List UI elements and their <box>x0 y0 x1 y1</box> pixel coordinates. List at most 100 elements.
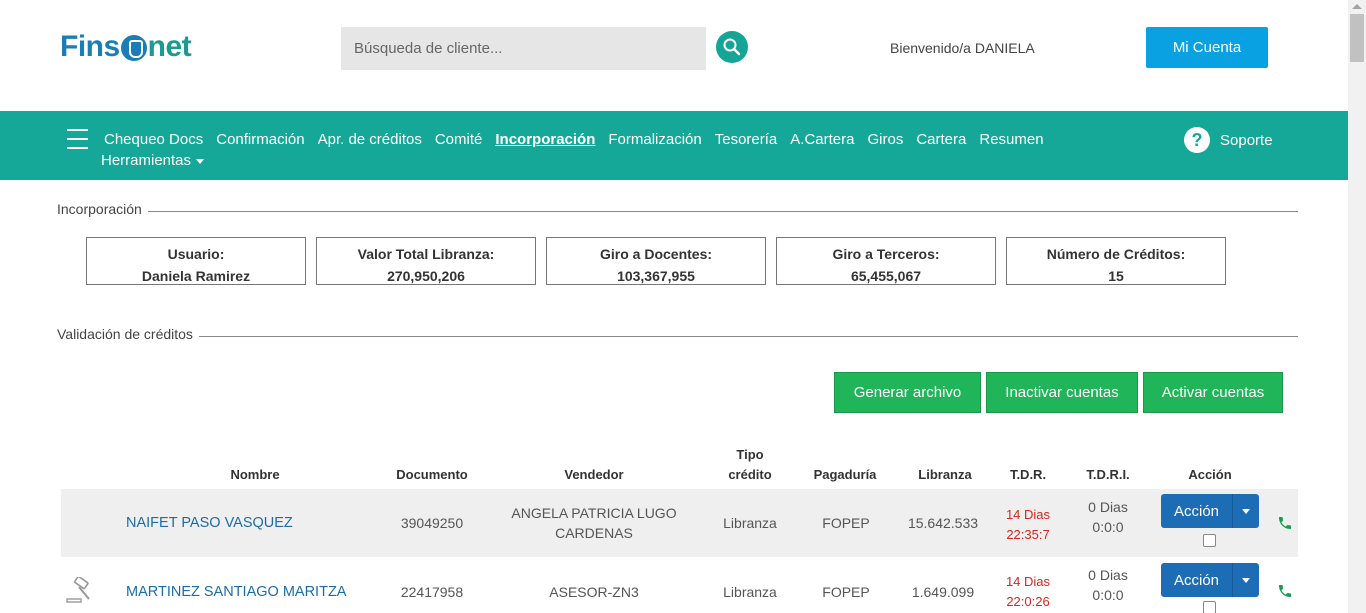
cell-tdr: 14 Dias 22:0:26 <box>998 572 1058 612</box>
stat-value: Daniela Ramirez <box>141 268 251 284</box>
nav-item-resumen[interactable]: Resumen <box>979 131 1043 148</box>
chevron-down-icon[interactable] <box>1233 494 1259 528</box>
scroll-up-arrow-icon[interactable] <box>1352 4 1362 9</box>
stat-valor-total-libranza: Valor Total Libranza: 270,950,206 <box>316 237 536 285</box>
cell-tdr-days: 14 Dias <box>1005 574 1051 589</box>
nav-item-comite[interactable]: Comité <box>435 131 483 148</box>
logo-hand-icon <box>120 35 147 61</box>
cell-pagaduria: FOPEP <box>822 515 870 531</box>
client-name-link[interactable]: MARTINEZ SANTIAGO MARITZA <box>126 582 366 602</box>
stat-giro-terceros: Giro a Terceros: 65,455,067 <box>776 237 996 285</box>
finsonet-logo[interactable]: Fins net <box>60 30 192 64</box>
search-button[interactable] <box>716 31 748 63</box>
phone-icon[interactable] <box>1277 583 1293 599</box>
scrollbar-thumb[interactable] <box>1350 14 1364 62</box>
phone-icon[interactable] <box>1277 515 1293 531</box>
row-select-checkbox[interactable] <box>1203 601 1216 613</box>
cell-vendedor: ASESOR-ZN3 <box>549 584 639 600</box>
stat-label: Giro a Docentes: <box>599 246 713 262</box>
cell-vendedor: ANGELA PATRICIA LUGO CARDENAS <box>494 503 694 543</box>
nav-item-tesoreria[interactable]: Tesorería <box>715 131 778 148</box>
cell-libranza: 1.649.099 <box>911 584 975 600</box>
column-header-tipo-credito[interactable]: Tipo crédito <box>710 445 790 485</box>
table-row: NAIFET PASO VASQUEZ 39049250 ANGELA PATR… <box>61 489 1298 557</box>
column-header-tipo-line1: Tipo <box>736 447 764 462</box>
action-button-label: Acción <box>1161 563 1233 597</box>
cell-tipo-credito: Libranza <box>723 584 777 600</box>
section-title-validacion: Validación de créditos <box>57 326 199 342</box>
stat-value: 103,367,955 <box>617 268 695 284</box>
tools-dropdown[interactable]: Herramientas <box>101 152 204 169</box>
nav-item-aprobacion-creditos[interactable]: Apr. de créditos <box>318 131 422 148</box>
section-title-incorporacion: Incorporación <box>57 201 148 217</box>
row-select-checkbox[interactable] <box>1203 534 1216 547</box>
main-nav: Chequeo Docs Confirmación Apr. de crédit… <box>0 111 1348 180</box>
logo-text-left: Fins <box>60 30 120 63</box>
cell-tdri-time: 0:0:0 <box>1092 587 1124 603</box>
section-divider <box>57 211 1298 212</box>
nav-item-formalizacion[interactable]: Formalización <box>608 131 701 148</box>
action-dropdown-button[interactable]: Acción <box>1161 494 1259 528</box>
cell-tdri: 0 Dias 0:0:0 <box>1073 497 1143 537</box>
cell-tdri-days: 0 Dias <box>1088 499 1128 515</box>
header: Fins net Bienvenido/a DANIELA Mi Cuenta <box>0 0 1348 111</box>
chevron-down-icon[interactable] <box>1233 563 1259 597</box>
action-button-label: Acción <box>1161 494 1233 528</box>
stat-numero-creditos: Número de Créditos: 15 <box>1006 237 1226 285</box>
vertical-scrollbar[interactable] <box>1348 0 1366 613</box>
cell-vendedor-line2: CARDENAS <box>555 525 633 541</box>
hamburger-menu-icon[interactable] <box>67 129 88 149</box>
column-header-tdri[interactable]: T.D.R.I. <box>1073 465 1143 485</box>
cell-libranza: 15.642.533 <box>907 515 979 531</box>
stat-giro-docentes: Giro a Docentes: 103,367,955 <box>546 237 766 285</box>
deactivate-accounts-button[interactable]: Inactivar cuentas <box>986 372 1138 413</box>
cell-vendedor-line1: ANGELA PATRICIA LUGO <box>511 505 677 521</box>
section-divider <box>57 336 1298 337</box>
cell-tdr-days: 14 Dias <box>1005 507 1051 522</box>
action-dropdown-button[interactable]: Acción <box>1161 563 1259 597</box>
column-header-pagaduria[interactable]: Pagaduría <box>800 465 890 485</box>
stat-label: Valor Total Libranza: <box>357 246 495 262</box>
nav-item-giros[interactable]: Giros <box>867 131 903 148</box>
welcome-message: Bienvenido/a DANIELA <box>890 40 1035 56</box>
client-search-input[interactable] <box>341 27 706 70</box>
support-link[interactable]: ? Soporte <box>1184 127 1273 153</box>
stat-label: Número de Créditos: <box>1046 246 1186 262</box>
stat-label: Giro a Terceros: <box>832 246 940 262</box>
my-account-button[interactable]: Mi Cuenta <box>1146 27 1268 68</box>
table-row: MARTINEZ SANTIAGO MARITZA 22417958 ASESO… <box>61 557 1298 613</box>
stat-value: 65,455,067 <box>850 268 922 284</box>
logo-text-right: net <box>147 30 192 63</box>
cell-tdri-days: 0 Dias <box>1088 567 1128 583</box>
column-header-documento[interactable]: Documento <box>382 465 482 485</box>
cell-documento: 22417958 <box>400 584 464 600</box>
cell-documento: 39049250 <box>400 515 464 531</box>
generate-file-button[interactable]: Generar archivo <box>834 372 981 413</box>
cell-pagaduria: FOPEP <box>822 584 870 600</box>
question-circle-icon: ? <box>1184 127 1210 153</box>
cell-tipo-credito: Libranza <box>723 515 777 531</box>
nav-item-confirmacion[interactable]: Confirmación <box>216 131 304 148</box>
stat-value: 270,950,206 <box>387 268 465 284</box>
gavel-icon <box>66 577 90 603</box>
client-name-link[interactable]: NAIFET PASO VASQUEZ <box>126 513 356 533</box>
column-header-accion: Acción <box>1188 467 1232 482</box>
page: Fins net Bienvenido/a DANIELA Mi Cuenta … <box>0 0 1366 613</box>
cell-tdri: 0 Dias 0:0:0 <box>1073 565 1143 605</box>
nav-items: Chequeo Docs Confirmación Apr. de crédit… <box>104 131 1057 148</box>
column-header-libranza[interactable]: Libranza <box>900 465 990 485</box>
search-icon <box>723 38 741 56</box>
nav-item-chequeo-docs[interactable]: Chequeo Docs <box>104 131 203 148</box>
nav-item-incorporacion[interactable]: Incorporación <box>495 131 595 148</box>
column-header-nombre[interactable]: Nombre <box>205 465 305 485</box>
nav-item-cartera[interactable]: Cartera <box>916 131 966 148</box>
nav-item-a-cartera[interactable]: A.Cartera <box>790 131 854 148</box>
cell-tdr-time: 22:0:26 <box>1006 594 1050 609</box>
stat-usuario: Usuario: Daniela Ramirez <box>86 237 306 285</box>
support-label: Soporte <box>1220 131 1273 149</box>
column-header-tdr[interactable]: T.D.R. <box>998 465 1058 485</box>
stat-label: Usuario: <box>167 246 225 262</box>
activate-accounts-button[interactable]: Activar cuentas <box>1143 372 1283 413</box>
column-header-vendedor[interactable]: Vendedor <box>544 465 644 485</box>
stat-value: 15 <box>1108 268 1124 284</box>
